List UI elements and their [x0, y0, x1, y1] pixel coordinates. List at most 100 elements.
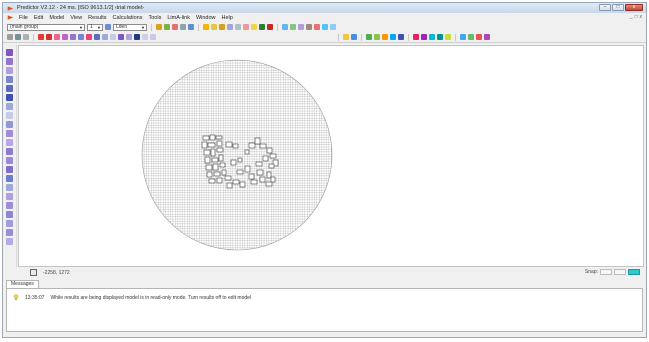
messages-tab[interactable]: Messages: [6, 280, 39, 288]
zoom-icon[interactable]: [322, 24, 328, 30]
results-icon[interactable]: [105, 24, 111, 30]
image-icon[interactable]: [398, 34, 404, 40]
pointer-icon[interactable]: [6, 49, 13, 56]
vertex-icon[interactable]: [6, 76, 13, 83]
rail-icon[interactable]: [86, 34, 92, 40]
export-icon[interactable]: [330, 24, 336, 30]
maximize-button[interactable]: □: [612, 4, 624, 11]
snap-option-3[interactable]: [628, 269, 640, 275]
sun-icon[interactable]: [203, 24, 209, 30]
grid-calc-icon[interactable]: [366, 34, 372, 40]
legend-icon[interactable]: [421, 34, 427, 40]
dot-icon[interactable]: [259, 24, 265, 30]
view3d-icon[interactable]: [298, 24, 304, 30]
circle-icon[interactable]: [6, 85, 13, 92]
cut-icon[interactable]: [445, 34, 451, 40]
marker-pin-icon[interactable]: [6, 229, 13, 236]
folder-icon[interactable]: [211, 24, 217, 30]
print-icon[interactable]: [306, 24, 312, 30]
menu-model[interactable]: Model: [46, 15, 67, 21]
road-icon[interactable]: [78, 34, 84, 40]
join-icon[interactable]: [6, 112, 13, 119]
point-icon[interactable]: [38, 34, 44, 40]
delete-object-icon[interactable]: [46, 34, 52, 40]
lightbulb-icon[interactable]: [251, 24, 257, 30]
pan-icon[interactable]: [23, 34, 29, 40]
mdi-minimize-button[interactable]: _: [630, 14, 633, 20]
rectangle-icon[interactable]: [6, 94, 13, 101]
snap-icon[interactable]: [6, 193, 13, 200]
map-icon[interactable]: [290, 24, 296, 30]
receiver-icon[interactable]: [118, 34, 124, 40]
calc-icon[interactable]: [156, 24, 162, 30]
snap-option-1[interactable]: [600, 269, 612, 275]
building-icon[interactable]: [94, 34, 100, 40]
triangle-icon[interactable]: [134, 34, 140, 40]
area-icon[interactable]: [110, 34, 116, 40]
check-icon[interactable]: [374, 34, 380, 40]
measure-distance-icon[interactable]: [6, 202, 13, 209]
color-icon[interactable]: [413, 34, 419, 40]
minimize-button[interactable]: –: [599, 4, 611, 11]
menu-tools[interactable]: Tools: [145, 15, 164, 21]
settings-icon[interactable]: [180, 24, 186, 30]
refresh-icon[interactable]: [188, 24, 194, 30]
contour-icon[interactable]: [142, 34, 148, 40]
marker-icon[interactable]: [267, 24, 273, 30]
stop-icon[interactable]: [172, 24, 178, 30]
close-button[interactable]: x: [625, 4, 643, 11]
info-icon[interactable]: [351, 34, 357, 40]
menu-file[interactable]: File: [16, 15, 31, 21]
window-icon[interactable]: [460, 34, 466, 40]
line-icon[interactable]: [62, 34, 68, 40]
layer-combo[interactable]: 1 ▼: [87, 23, 103, 31]
source-icon[interactable]: [126, 34, 132, 40]
options-icon[interactable]: [484, 34, 490, 40]
polyline-icon[interactable]: [70, 34, 76, 40]
favorite-icon[interactable]: [343, 34, 349, 40]
node-icon[interactable]: [6, 58, 13, 65]
zoom-window-icon[interactable]: [15, 34, 21, 40]
scale-icon[interactable]: [429, 34, 435, 40]
move-icon[interactable]: [54, 34, 60, 40]
mdi-restore-button[interactable]: □: [634, 14, 637, 20]
label-icon[interactable]: [6, 238, 13, 245]
menu-lima-link[interactable]: LimA-link: [164, 15, 193, 21]
select-icon[interactable]: [7, 34, 13, 40]
unit-combo[interactable]: Lden ▼: [113, 23, 147, 31]
align-icon[interactable]: [6, 157, 13, 164]
table-icon[interactable]: [235, 24, 241, 30]
measure-icon[interactable]: [390, 34, 396, 40]
rubber-icon[interactable]: [6, 67, 13, 74]
chart-icon[interactable]: [243, 24, 249, 30]
menu-view[interactable]: View: [67, 15, 85, 21]
menu-calculations[interactable]: Calculations: [110, 15, 146, 21]
tile-icon[interactable]: [468, 34, 474, 40]
cascade-icon[interactable]: [476, 34, 482, 40]
paste-icon[interactable]: [6, 175, 13, 182]
snap-option-2[interactable]: [614, 269, 626, 275]
menu-help[interactable]: Help: [219, 15, 236, 21]
copy-icon[interactable]: [6, 166, 13, 173]
north-icon[interactable]: [437, 34, 443, 40]
height-icon[interactable]: [6, 148, 13, 155]
mdi-close-button[interactable]: x: [640, 14, 643, 20]
group-combo[interactable]: (main group) ▼: [7, 23, 85, 31]
text-icon[interactable]: [150, 34, 156, 40]
message-row[interactable]: 13:35:07 While results are being display…: [13, 294, 251, 301]
rotate-icon[interactable]: [6, 121, 13, 128]
section-icon[interactable]: [6, 211, 13, 218]
run-icon[interactable]: [164, 24, 170, 30]
delete-icon[interactable]: [314, 24, 320, 30]
open-icon[interactable]: [219, 24, 225, 30]
menu-window[interactable]: Window: [193, 15, 219, 21]
split-icon[interactable]: [6, 103, 13, 110]
warning-icon[interactable]: [382, 34, 388, 40]
menu-edit[interactable]: Edit: [31, 15, 46, 21]
barrier-icon[interactable]: [102, 34, 108, 40]
model-canvas[interactable]: [18, 45, 644, 267]
menu-results[interactable]: Results: [85, 15, 109, 21]
array-icon[interactable]: [6, 184, 13, 191]
mirror-icon[interactable]: [6, 130, 13, 137]
layers-icon[interactable]: [282, 24, 288, 30]
